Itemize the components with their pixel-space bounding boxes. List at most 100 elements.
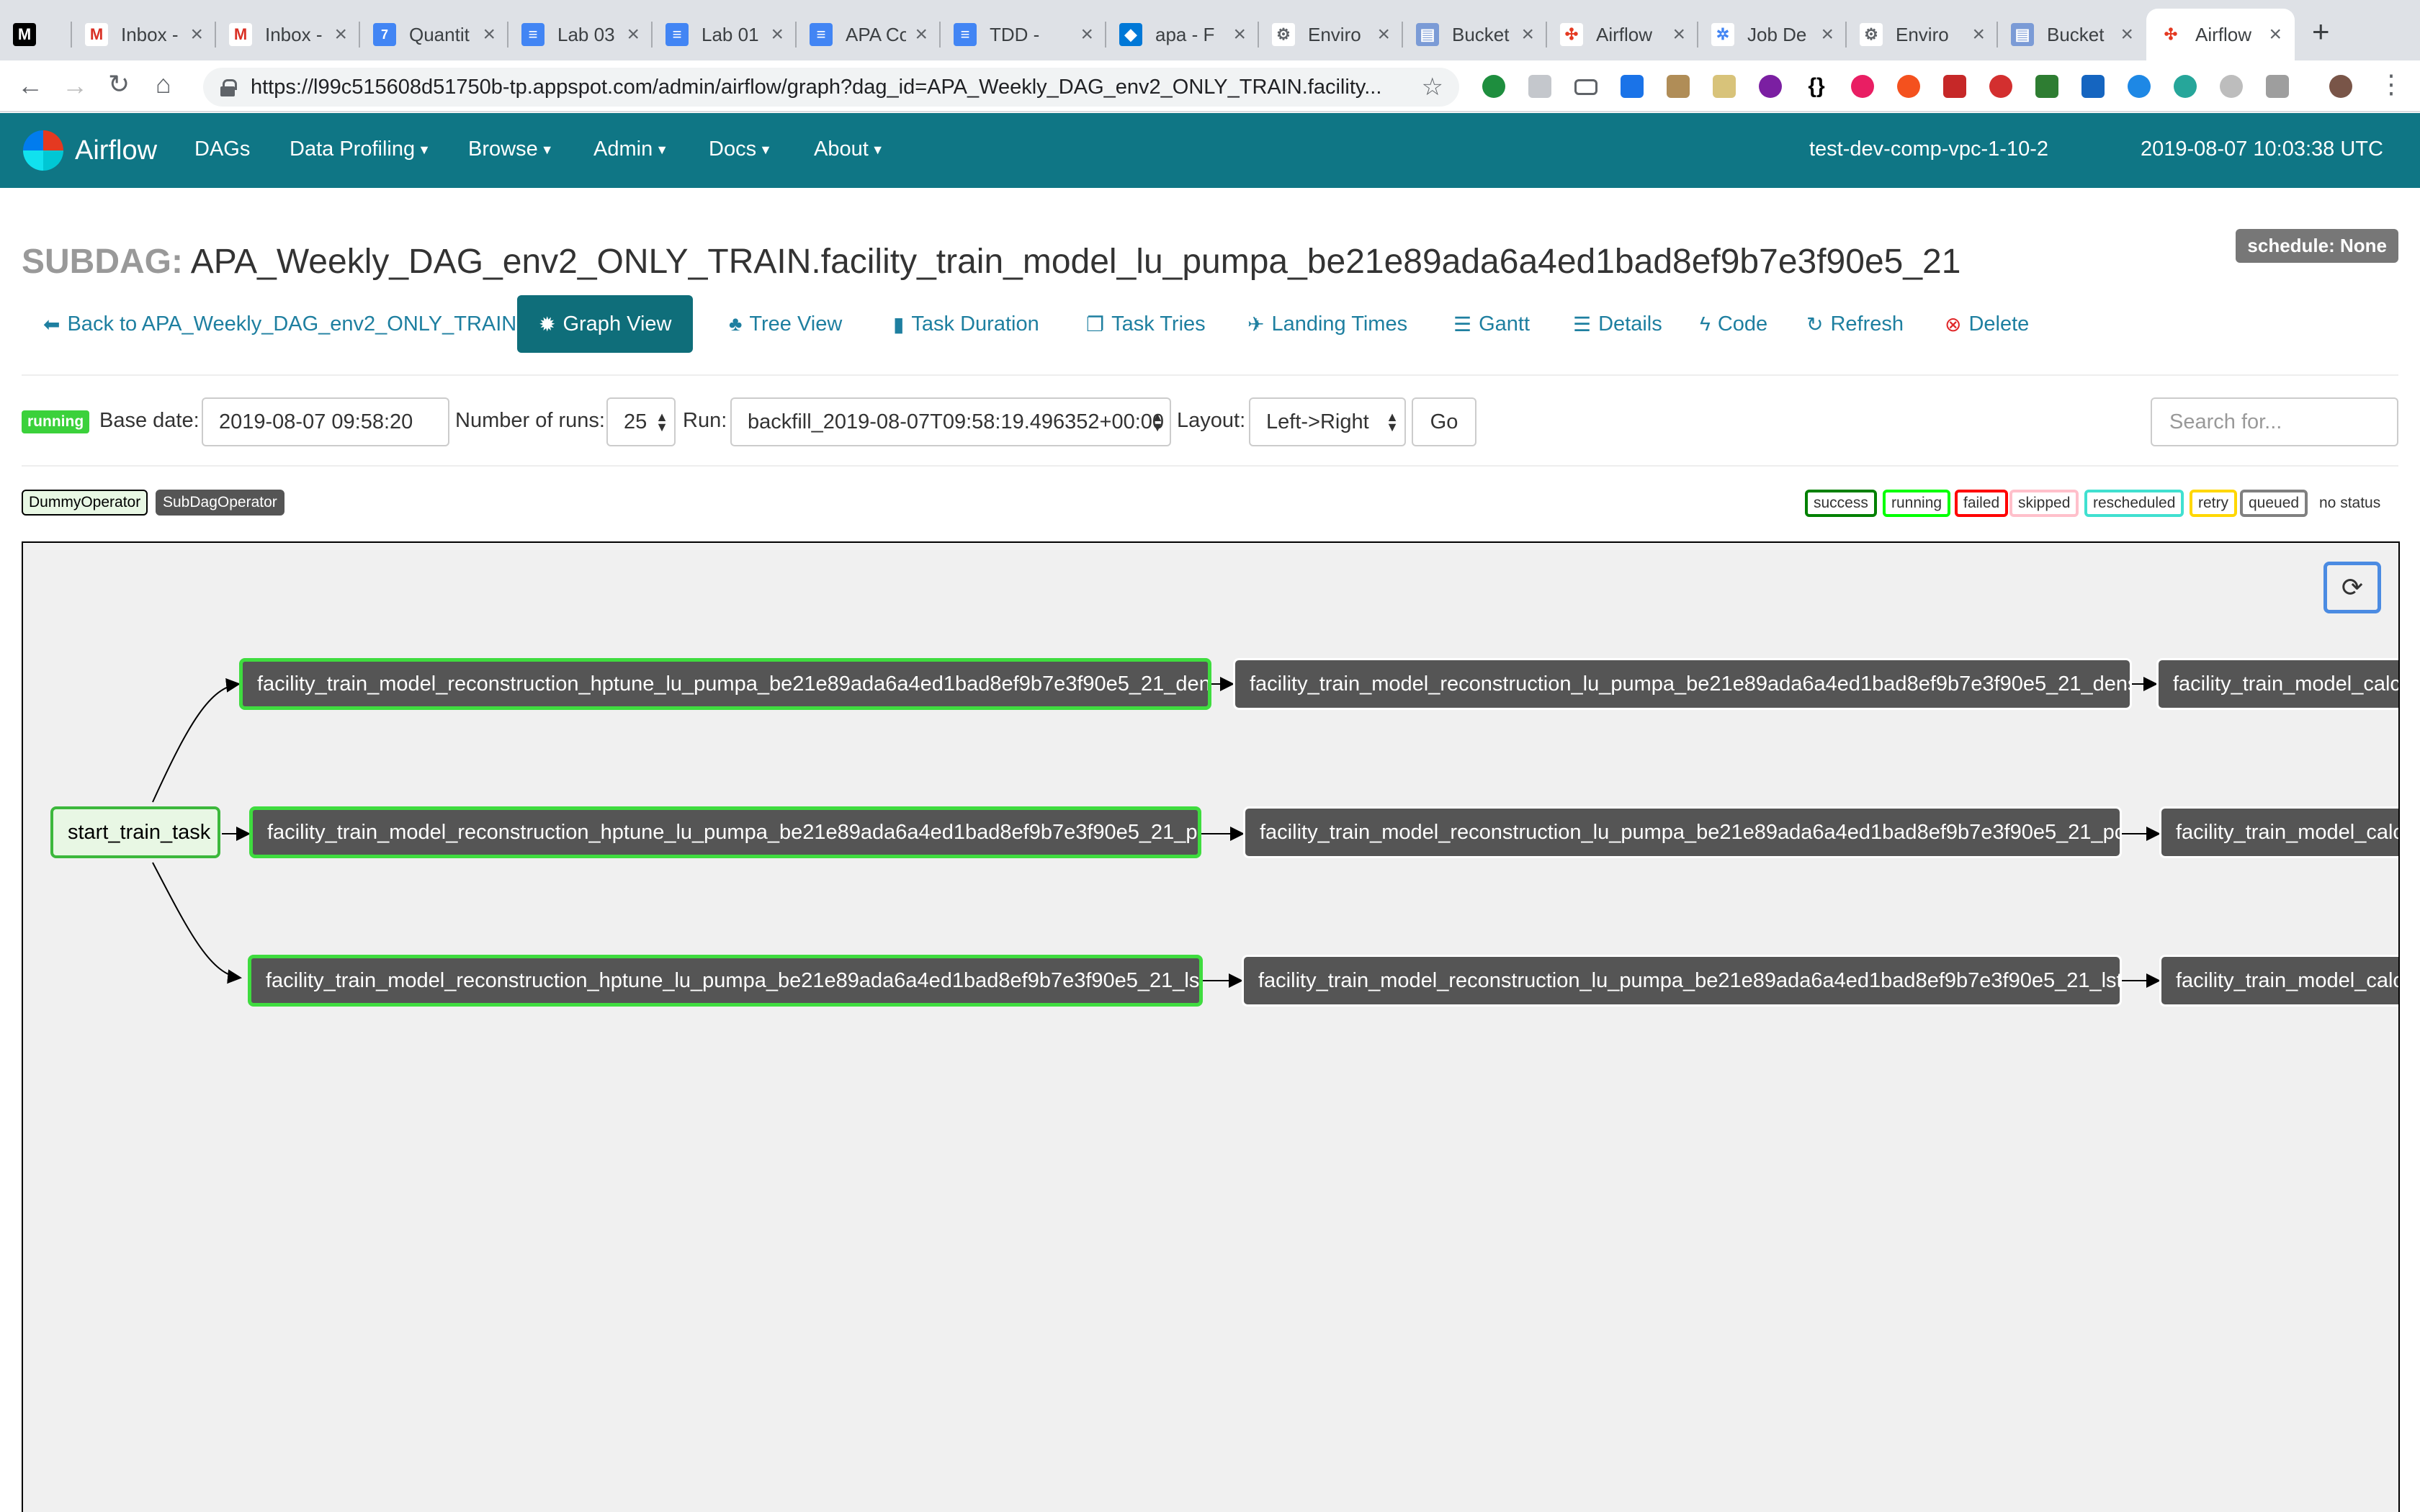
extension-icon[interactable] — [1897, 75, 1920, 98]
state-legend-failed[interactable]: failed — [1955, 490, 2009, 517]
close-icon[interactable]: × — [1672, 22, 1685, 47]
close-icon[interactable]: × — [1972, 22, 1985, 47]
browser-tab[interactable]: M Inbox - × — [216, 9, 360, 60]
tab-gantt[interactable]: ☰ Gantt — [1432, 295, 1551, 353]
browser-tab[interactable]: ≡ APA Co × — [797, 9, 941, 60]
browser-tab[interactable]: ≡ Lab 03 × — [508, 9, 653, 60]
airflow-brand[interactable]: Airflow — [22, 129, 157, 172]
bookmark-star-icon[interactable]: ☆ — [1422, 73, 1443, 102]
tab-landing-times[interactable]: ✈ Landing Times — [1226, 295, 1429, 353]
task-node-recon-dense[interactable]: facility_train_model_reconstruction_lu_p… — [1233, 658, 2132, 710]
menu-kebab-icon[interactable]: ⋮ — [2378, 69, 2404, 99]
home-icon[interactable]: ⌂ — [156, 69, 171, 99]
browser-tab[interactable]: ⚙ Enviro × — [1847, 9, 1998, 60]
close-icon[interactable]: × — [190, 22, 203, 47]
browser-tab[interactable]: ◆ apa - F × — [1106, 9, 1259, 60]
extension-icon[interactable] — [1713, 75, 1736, 98]
extension-icon[interactable] — [2128, 75, 2151, 98]
nav-browse[interactable]: Browse ▼ — [468, 138, 554, 161]
go-button[interactable]: Go — [1412, 397, 1476, 446]
close-icon[interactable]: × — [483, 22, 496, 47]
close-icon[interactable]: × — [627, 22, 640, 47]
reload-icon[interactable]: ↻ — [108, 69, 130, 99]
task-node-start-train-task[interactable]: start_train_task — [50, 806, 220, 858]
close-icon[interactable]: × — [2120, 22, 2133, 47]
adblock-icon[interactable] — [1989, 75, 2012, 98]
state-legend-rescheduled[interactable]: rescheduled — [2084, 490, 2184, 517]
state-legend-no-status[interactable]: no status — [2311, 490, 2389, 517]
task-node-hptune-dense[interactable]: facility_train_model_reconstruction_hptu… — [239, 658, 1211, 710]
task-node-calc-dense[interactable]: facility_train_model_calcu — [2156, 658, 2398, 710]
browser-tab[interactable]: M Inbox - × — [72, 9, 216, 60]
close-icon[interactable]: × — [1080, 22, 1093, 47]
browser-tab-active[interactable]: ✣ Airflow × — [2146, 9, 2295, 60]
nav-data-profiling[interactable]: Data Profiling ▼ — [290, 138, 431, 161]
close-icon[interactable]: × — [1233, 22, 1246, 47]
nav-admin[interactable]: Admin ▼ — [593, 138, 668, 161]
back-arrow-icon[interactable]: ← — [17, 71, 43, 101]
browser-tab[interactable]: ≡ Lab 01 × — [653, 9, 797, 60]
extension-icon[interactable] — [2174, 75, 2197, 98]
extension-icon[interactable] — [1943, 75, 1966, 98]
nav-about[interactable]: About ▼ — [814, 138, 884, 161]
close-icon[interactable]: × — [1821, 22, 1834, 47]
state-legend-queued[interactable]: queued — [2240, 490, 2308, 517]
extension-icon[interactable] — [1574, 79, 1597, 95]
close-icon[interactable]: × — [771, 22, 784, 47]
extension-icon[interactable] — [2266, 75, 2289, 98]
forward-arrow-icon[interactable]: → — [62, 71, 88, 101]
task-node-hptune-pca[interactable]: facility_train_model_reconstruction_hptu… — [249, 806, 1201, 858]
state-legend-success[interactable]: success — [1805, 490, 1877, 517]
nav-dags[interactable]: DAGs — [194, 138, 250, 161]
browser-tab[interactable]: ▤ Bucket × — [1403, 9, 1547, 60]
delete-link[interactable]: ⊗ Delete — [1923, 295, 2051, 353]
profile-avatar[interactable] — [2329, 75, 2352, 98]
browser-tab[interactable]: ▤ Bucket × — [1998, 9, 2146, 60]
tab-details[interactable]: ☰ Details — [1551, 295, 1684, 353]
layout-select[interactable]: Left->Right ▲ ▼ — [1249, 397, 1406, 446]
tab-graph-view[interactable]: ✹ Graph View — [517, 295, 694, 353]
close-icon[interactable]: × — [915, 22, 928, 47]
new-tab-icon[interactable]: + — [2312, 14, 2330, 49]
browser-tab[interactable]: 7 Quantit × — [360, 9, 508, 60]
close-icon[interactable]: × — [1521, 22, 1534, 47]
base-date-input[interactable]: 2019-08-07 09:58:20 — [202, 397, 449, 446]
tab-task-tries[interactable]: ❐ Task Tries — [1065, 295, 1227, 353]
task-node-calc-lstm[interactable]: facility_train_model_calc — [2159, 955, 2398, 1007]
close-icon[interactable]: × — [1377, 22, 1390, 47]
task-node-calc-pca[interactable]: facility_train_model_calc — [2159, 806, 2398, 858]
extension-icon[interactable] — [1621, 75, 1644, 98]
browser-tab[interactable]: ≡ TDD - × — [941, 9, 1106, 60]
extension-icon[interactable] — [1528, 75, 1551, 98]
nav-docs[interactable]: Docs ▼ — [709, 138, 772, 161]
tab-tree-view[interactable]: ♣ Tree View — [707, 295, 864, 353]
task-search-input[interactable]: Search for... — [2151, 397, 2398, 446]
dag-graph-canvas[interactable]: ⟳ start_train_task facility_train_model_… — [22, 541, 2400, 1512]
tab-task-duration[interactable]: ▮ Task Duration — [871, 295, 1061, 353]
tab-code[interactable]: ϟ Code — [1678, 295, 1789, 353]
task-node-recon-pca[interactable]: facility_train_model_reconstruction_lu_p… — [1243, 806, 2122, 858]
refresh-link[interactable]: ↻ Refresh — [1785, 295, 1925, 353]
run-select[interactable]: backfill_2019-08-07T09:58:19.496352+00:0… — [730, 397, 1171, 446]
close-icon[interactable]: × — [2269, 22, 2282, 47]
extension-icon[interactable] — [1482, 75, 1505, 98]
state-legend-skipped[interactable]: skipped — [2009, 490, 2079, 517]
extension-icon[interactable] — [1667, 75, 1690, 98]
close-icon[interactable]: × — [334, 22, 347, 47]
back-to-parent-link[interactable]: ⬅ Back to APA_Weekly_DAG_env2_ONLY_TRAIN — [22, 295, 538, 353]
extension-icon[interactable] — [2220, 75, 2243, 98]
address-bar[interactable]: https://l99c515608d51750b-tp.appspot.com… — [203, 68, 1459, 107]
state-legend-running[interactable]: running — [1883, 490, 1951, 517]
json-extension-icon[interactable]: {} — [1805, 75, 1828, 98]
extension-icon[interactable] — [1851, 75, 1874, 98]
task-node-recon-lstm[interactable]: facility_train_model_reconstruction_lu_p… — [1242, 955, 2122, 1007]
browser-tab[interactable]: ✲ Job De × — [1698, 9, 1847, 60]
browser-tab[interactable]: M — [0, 9, 72, 60]
task-node-hptune-lstm[interactable]: facility_train_model_reconstruction_hptu… — [248, 955, 1203, 1007]
extension-icon[interactable] — [1759, 75, 1782, 98]
runs-select[interactable]: 25 ▲ ▼ — [606, 397, 676, 446]
state-legend-retry[interactable]: retry — [2190, 490, 2237, 517]
browser-tab[interactable]: ⚙ Enviro × — [1259, 9, 1403, 60]
extension-icon[interactable] — [2081, 75, 2105, 98]
cors-icon[interactable] — [2035, 75, 2058, 98]
